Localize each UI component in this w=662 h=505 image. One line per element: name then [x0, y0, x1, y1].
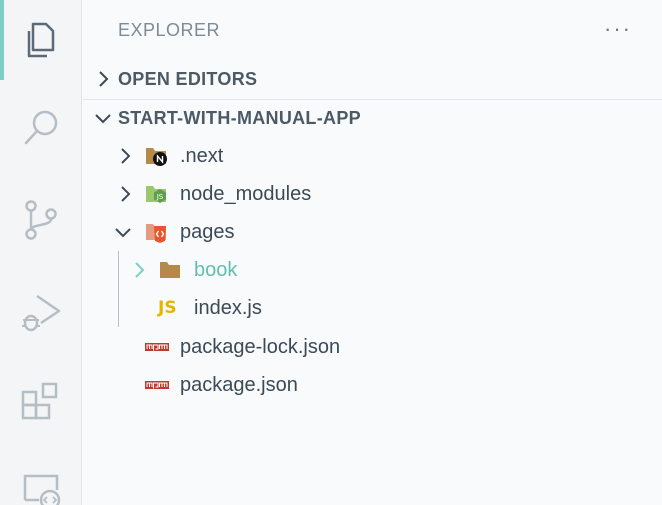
- chevron-right-icon: [135, 262, 145, 278]
- activity-bar: [0, 0, 82, 505]
- node-folder-icon: JS: [146, 186, 166, 203]
- chevron-down-icon: [115, 228, 131, 238]
- tree-item-node-modules[interactable]: JS node_modules: [83, 175, 662, 213]
- chevron-right-icon: [99, 71, 109, 87]
- chevron-right-icon: [121, 148, 131, 164]
- open-editors-label: OPEN EDITORS: [118, 69, 258, 89]
- explorer-header: EXPLORER ···: [83, 0, 662, 60]
- project-label: START-WITH-MANUAL-APP: [118, 108, 361, 128]
- npm-file-icon: [145, 381, 169, 389]
- pages-folder-icon: [146, 224, 166, 243]
- javascript-file-icon: JS: [158, 298, 177, 318]
- activity-source-control[interactable]: [0, 180, 82, 260]
- tree-item-package-lock-json[interactable]: package-lock.json: [83, 328, 662, 366]
- section-project[interactable]: START-WITH-MANUAL-APP: [83, 99, 662, 137]
- chevron-down-icon: [95, 114, 111, 124]
- tree-item-pages[interactable]: pages: [83, 213, 662, 251]
- activity-explorer[interactable]: [0, 0, 82, 80]
- folder-icon: [160, 262, 180, 278]
- run-debug-icon: [22, 294, 61, 332]
- search-icon: [24, 110, 58, 145]
- explorer-title: EXPLORER: [118, 20, 221, 40]
- activity-remote-explorer[interactable]: [0, 450, 82, 505]
- tree-item-label: pages: [180, 221, 235, 243]
- tree-item-label: .next: [180, 145, 224, 167]
- activity-run-debug[interactable]: [0, 272, 82, 352]
- svg-text:JS: JS: [156, 193, 164, 201]
- explorer-icon: [27, 22, 55, 58]
- tree-item-label: package-lock.json: [180, 336, 341, 358]
- remote-explorer-icon: [23, 474, 61, 505]
- activity-extensions[interactable]: [0, 362, 82, 442]
- section-open-editors[interactable]: OPEN EDITORS: [83, 60, 662, 98]
- more-actions-button[interactable]: ···: [604, 16, 632, 42]
- tree-item-book[interactable]: book: [83, 251, 662, 289]
- nextjs-folder-icon: [146, 148, 167, 166]
- npm-file-icon: [145, 343, 169, 351]
- source-control-icon: [25, 200, 57, 240]
- tree-item-package-json[interactable]: package.json: [83, 366, 662, 404]
- tree-item-label: package.json: [180, 374, 298, 396]
- tree-item-label: index.js: [194, 297, 262, 319]
- tree-item-next[interactable]: .next: [83, 137, 662, 175]
- tree-item-label: node_modules: [180, 183, 312, 205]
- activity-search[interactable]: [0, 88, 82, 168]
- extensions-icon: [21, 382, 58, 420]
- chevron-right-icon: [121, 186, 131, 202]
- tree-item-label: book: [194, 259, 238, 281]
- explorer-panel: EXPLORER ··· OPEN EDITORS START-WITH-MAN…: [83, 0, 662, 505]
- tree-item-index-js[interactable]: JS index.js: [83, 289, 662, 327]
